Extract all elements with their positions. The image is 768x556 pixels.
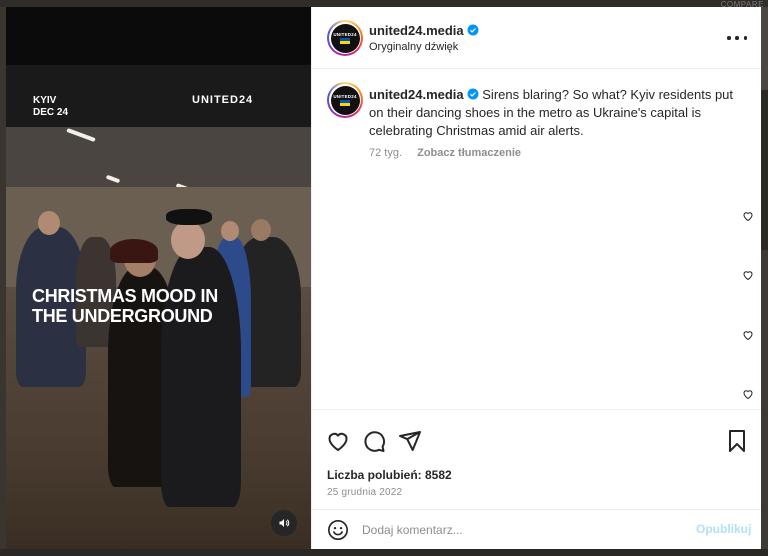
verified-badge-icon [467, 24, 479, 36]
comment-like-heart-icon[interactable] [742, 269, 754, 281]
caption-author-avatar[interactable]: UNITED24 [327, 82, 363, 118]
sound-toggle-button[interactable] [271, 510, 297, 536]
backdrop-tile [0, 0, 768, 7]
backdrop-tile [761, 250, 768, 550]
comment-icon[interactable] [362, 429, 386, 453]
comment-bar: Opublikuj [312, 509, 761, 549]
avatar-logo-text: UNITED24 [333, 32, 357, 37]
caption-meta: 72 tyg. Zobacz tłumaczenie [369, 147, 521, 159]
video-caption: CHRISTMAS MOOD IN THE UNDERGROUND [32, 286, 218, 326]
backdrop-tile [761, 0, 768, 90]
speaker-icon [279, 519, 290, 527]
post-actions: Liczba polubień: 8582 25 grudnia 2022 Op… [312, 409, 761, 549]
caption-username[interactable]: united24.media [369, 87, 464, 102]
video-brand: UNITED24 [192, 94, 254, 106]
avatar-logo-text: UNITED24 [333, 94, 357, 99]
post-details-panel: UNITED24 united24.media Oryginalny dźwię… [311, 7, 761, 549]
emoji-icon[interactable] [327, 519, 349, 541]
author-avatar[interactable]: UNITED24 [327, 20, 363, 56]
video-location: KYIV DEC 24 [33, 95, 69, 118]
like-heart-icon[interactable] [326, 429, 350, 453]
comment-like-heart-icon[interactable] [742, 388, 754, 400]
post-modal: KYIV DEC 24 UNITED24 CHRISTMAS MOOD IN T… [6, 7, 761, 549]
author-username[interactable]: united24.media [369, 23, 479, 38]
share-icon[interactable] [398, 429, 422, 453]
see-translation-link[interactable]: Zobacz tłumaczenie [417, 147, 521, 159]
post-date: 25 grudnia 2022 [327, 487, 403, 498]
comment-like-heart-icon[interactable] [742, 210, 754, 222]
post-age: 72 tyg. [369, 147, 403, 159]
post-caption: united24.media Sirens blaring? So what? … [369, 86, 744, 140]
audio-label[interactable]: Oryginalny dźwięk [369, 41, 458, 53]
verified-badge-icon [467, 88, 479, 100]
post-video[interactable]: KYIV DEC 24 UNITED24 CHRISTMAS MOOD IN T… [6, 7, 311, 549]
publish-comment-button[interactable]: Opublikuj [696, 522, 751, 536]
more-options-button[interactable] [727, 31, 747, 45]
comment-like-heart-icon[interactable] [742, 329, 754, 341]
save-bookmark-icon[interactable] [725, 429, 749, 453]
backdrop-tile [0, 549, 768, 556]
backdrop-tile [761, 90, 768, 250]
likes-count[interactable]: Liczba polubień: 8582 [327, 468, 452, 482]
post-header: UNITED24 united24.media Oryginalny dźwię… [312, 7, 761, 69]
comment-input[interactable] [362, 520, 682, 540]
